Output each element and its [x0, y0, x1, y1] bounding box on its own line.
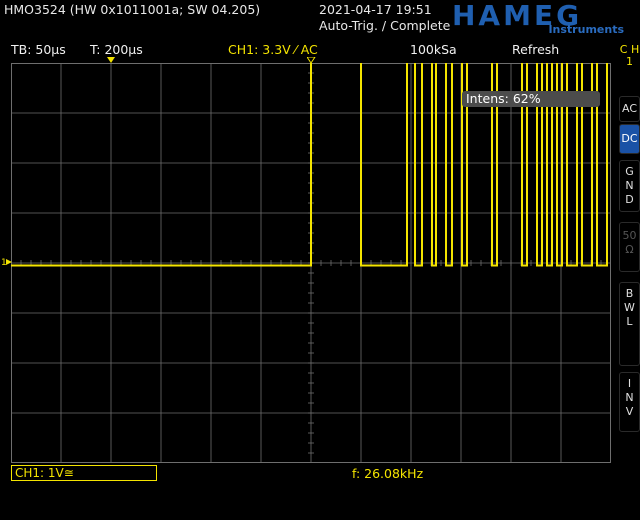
- trigger-status: Auto-Trig. / Complete: [319, 18, 451, 33]
- center-marker: [307, 57, 316, 64]
- invert-button[interactable]: INV: [619, 372, 640, 432]
- coupling-ac-button[interactable]: AC: [619, 96, 640, 122]
- fifty-ohm-button[interactable]: 50 Ω: [619, 222, 640, 272]
- timebase[interactable]: TB: 50µs: [11, 42, 66, 57]
- coupling-gnd-button[interactable]: GND: [619, 160, 640, 212]
- acquisition-mode[interactable]: Refresh: [512, 42, 559, 57]
- ch1-ground-marker: 1: [1, 258, 12, 267]
- intensity-popup[interactable]: Intens: 62%: [462, 91, 600, 107]
- logo-sub-text: Instruments: [548, 23, 624, 36]
- sample-rate: 100kSa: [410, 42, 457, 57]
- hameg-logo: HAMEG Instruments: [452, 0, 632, 38]
- coupling-dc-button[interactable]: DC: [619, 124, 640, 154]
- trigger-time[interactable]: T: 200µs: [90, 42, 143, 57]
- frequency-readout: f: 26.08kHz: [352, 466, 424, 481]
- device-info: HMO3524 (HW 0x1011001a; SW 04.205): [4, 2, 261, 17]
- channel-setting[interactable]: CH1: 3.3V ⁄ AC: [228, 42, 318, 57]
- ch1-scale-box[interactable]: CH1: 1V≅: [11, 465, 157, 481]
- svg-text:1: 1: [1, 258, 7, 267]
- scope-display[interactable]: [11, 63, 611, 463]
- datetime: 2021-04-17 19:51: [319, 2, 432, 17]
- bandwidth-limit-button[interactable]: BWL: [619, 282, 640, 366]
- trigger-position-marker: [107, 57, 115, 63]
- channel-label: C H 1: [619, 43, 640, 68]
